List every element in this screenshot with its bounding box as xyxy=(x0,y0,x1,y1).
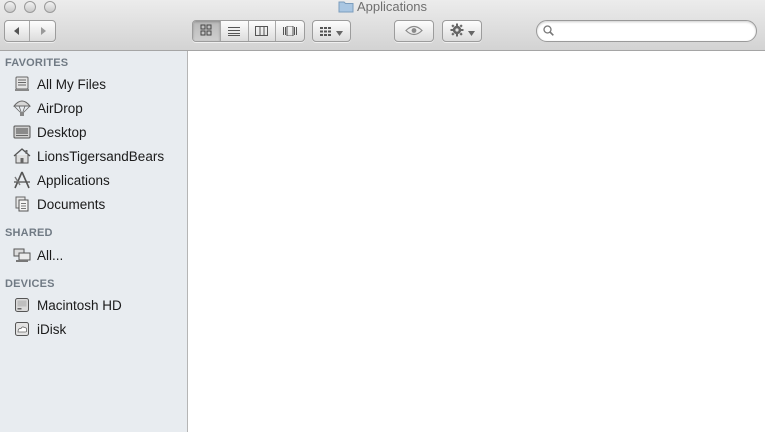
documents-icon xyxy=(12,195,32,213)
action-menu-button[interactable] xyxy=(443,21,481,41)
chevron-down-icon xyxy=(336,24,343,39)
window-toolbar: Applications xyxy=(0,0,765,51)
action-control xyxy=(442,20,482,42)
sidebar-item-label: All... xyxy=(37,247,64,263)
sidebar-item-all-my-files[interactable]: All My Files xyxy=(12,73,106,95)
forward-button[interactable] xyxy=(30,21,55,41)
back-button[interactable] xyxy=(5,21,30,41)
sidebar-item-home[interactable]: LionsTigersandBears xyxy=(12,145,164,167)
sidebar-item-label: Applications xyxy=(37,172,110,188)
home-icon xyxy=(12,147,32,165)
all-my-files-icon xyxy=(12,75,32,93)
column-view-button[interactable] xyxy=(249,21,277,41)
folder-icon xyxy=(338,0,354,17)
arrange-grid-icon xyxy=(320,24,331,39)
quick-look-button[interactable] xyxy=(395,21,433,41)
network-icon xyxy=(12,246,32,264)
file-browser-content[interactable] xyxy=(189,51,765,432)
search-field xyxy=(536,20,757,42)
list-view-button[interactable] xyxy=(221,21,249,41)
sidebar-item-label: AirDrop xyxy=(37,100,83,116)
sidebar-item-label: All My Files xyxy=(37,76,107,92)
sidebar-item-label: Documents xyxy=(37,196,106,212)
sidebar-item-label: LionsTigersandBears xyxy=(37,148,165,164)
airdrop-icon xyxy=(12,99,32,117)
idisk-icon xyxy=(12,320,32,338)
eye-icon xyxy=(405,24,423,39)
arrange-button[interactable] xyxy=(313,21,350,41)
view-mode-control xyxy=(192,20,305,42)
hard-drive-icon xyxy=(12,296,32,314)
sidebar-item-label: Desktop xyxy=(37,124,87,140)
search-icon xyxy=(543,24,554,39)
sidebar-item-idisk[interactable]: iDisk xyxy=(12,318,66,340)
applications-icon xyxy=(12,171,32,189)
sidebar-item-applications[interactable]: Applications xyxy=(12,169,110,191)
sidebar-item-shared-all[interactable]: All... xyxy=(12,244,63,266)
sidebar-item-desktop[interactable]: Desktop xyxy=(12,121,87,143)
gear-icon xyxy=(450,23,464,40)
column-view-icon xyxy=(255,24,269,39)
shared-header: SHARED xyxy=(5,227,53,239)
cover-flow-view-button[interactable] xyxy=(276,21,304,41)
sidebar: FAVORITES All My Files AirDrop Desktop L… xyxy=(0,51,188,432)
window-title: Applications xyxy=(356,0,428,14)
devices-header: DEVICES xyxy=(5,278,55,290)
sidebar-item-macintosh-hd[interactable]: Macintosh HD xyxy=(12,294,122,316)
list-view-icon xyxy=(228,24,241,39)
icon-view-icon xyxy=(200,24,212,39)
quick-look-control xyxy=(394,20,434,42)
sidebar-item-airdrop[interactable]: AirDrop xyxy=(12,97,83,119)
arrange-control xyxy=(312,20,351,42)
favorites-header: FAVORITES xyxy=(5,57,69,69)
back-arrow-icon xyxy=(12,24,22,39)
sidebar-item-label: iDisk xyxy=(37,321,67,337)
forward-arrow-icon xyxy=(38,24,48,39)
icon-view-button[interactable] xyxy=(193,21,221,41)
cover-flow-icon xyxy=(283,24,298,39)
sidebar-item-documents[interactable]: Documents xyxy=(12,193,105,215)
search-input[interactable] xyxy=(558,22,756,40)
back-forward-control xyxy=(4,20,56,42)
sidebar-item-label: Macintosh HD xyxy=(37,297,122,313)
window-title-bar: Applications xyxy=(0,0,765,17)
chevron-down-icon xyxy=(467,24,475,39)
desktop-icon xyxy=(12,123,32,141)
